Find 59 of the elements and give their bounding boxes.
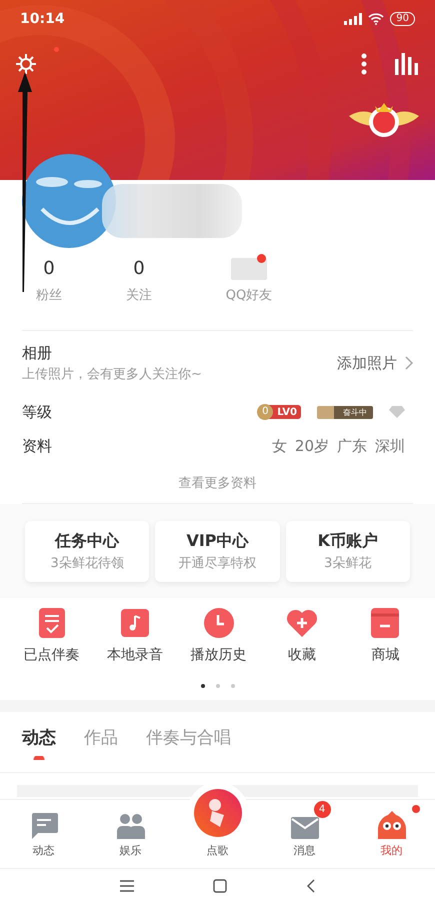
home-icon[interactable] [213,879,228,893]
feature-card[interactable]: K币账户 3朵鲜花 [286,521,410,582]
info-value: 女 [272,436,287,456]
back-icon[interactable] [306,879,316,893]
shortcut-label[interactable]: 商城 [371,646,400,664]
nav-label[interactable]: 娱乐 [120,843,142,858]
bird-mascot-icon[interactable] [378,811,406,839]
nav-label[interactable]: 我的 [380,843,402,858]
info-value: 深圳 [375,436,405,456]
settings-icon[interactable] [15,53,37,75]
card-subtitle: 3朵鲜花待领 [50,555,124,572]
stat-count: 0 [43,258,55,280]
wifi-icon [368,13,384,25]
shop-icon[interactable] [371,608,400,638]
nav-label[interactable]: 动态 [32,843,54,858]
nav-label[interactable]: 点歌 [206,843,228,858]
rank-badge[interactable]: 奋斗中 [317,406,373,418]
info-value: 20岁 [294,436,329,456]
chat-bubble-icon[interactable] [30,813,58,839]
page-dot[interactable] [230,684,234,688]
unread-badge: 4 [314,801,330,818]
feature-card[interactable]: VIP中心 开通尽享特权 [155,521,280,582]
level-text: LV0 [277,406,297,418]
shortcut-label[interactable]: 播放历史 [190,646,247,664]
checklist-icon[interactable] [38,608,65,638]
page-dot[interactable] [216,684,220,688]
music-note-icon[interactable] [121,608,150,638]
people-icon[interactable] [116,813,144,839]
card-title: K币账户 [318,531,378,552]
level-label: 等级 [22,402,52,422]
album-hint: 上传照片，会有更多人关注你~ [22,366,203,382]
info-value: 广东 [337,436,367,456]
signal-icon [344,13,362,25]
shortcut-label[interactable]: 本地录音 [107,646,164,664]
battery-level: 90 [390,12,415,26]
equalizer-icon[interactable] [395,53,419,75]
card-title: VIP中心 [186,531,249,552]
card-title: 任务中心 [55,531,120,552]
page-dot[interactable] [200,684,204,688]
envelope-icon[interactable] [290,817,318,839]
stat-count: 0 [133,258,145,280]
info-label: 资料 [22,436,52,456]
nav-label[interactable]: 消息 [294,843,316,858]
heart-plus-icon[interactable] [286,608,318,638]
album-label: 相册 [22,344,53,362]
status-time: 10:14 [20,11,65,27]
shortcut-label[interactable]: 收藏 [288,646,316,664]
blurred-count [231,258,267,280]
chevron-right-icon [405,356,413,370]
feature-card[interactable]: 任务中心 3朵鲜花待领 [25,521,150,582]
clock-icon[interactable] [204,608,234,638]
more-icon[interactable] [361,53,367,75]
level-badge[interactable]: 0 LV0 [259,405,301,419]
menu-icon[interactable] [119,880,136,892]
card-subtitle: 开通尽享特权 [178,555,256,572]
shortcut-label[interactable]: 已点伴奏 [24,646,80,664]
coin-count: 0 [257,404,274,420]
add-photo-link[interactable]: 添加照片 [337,354,397,372]
card-subtitle: 3朵鲜花 [324,555,372,572]
